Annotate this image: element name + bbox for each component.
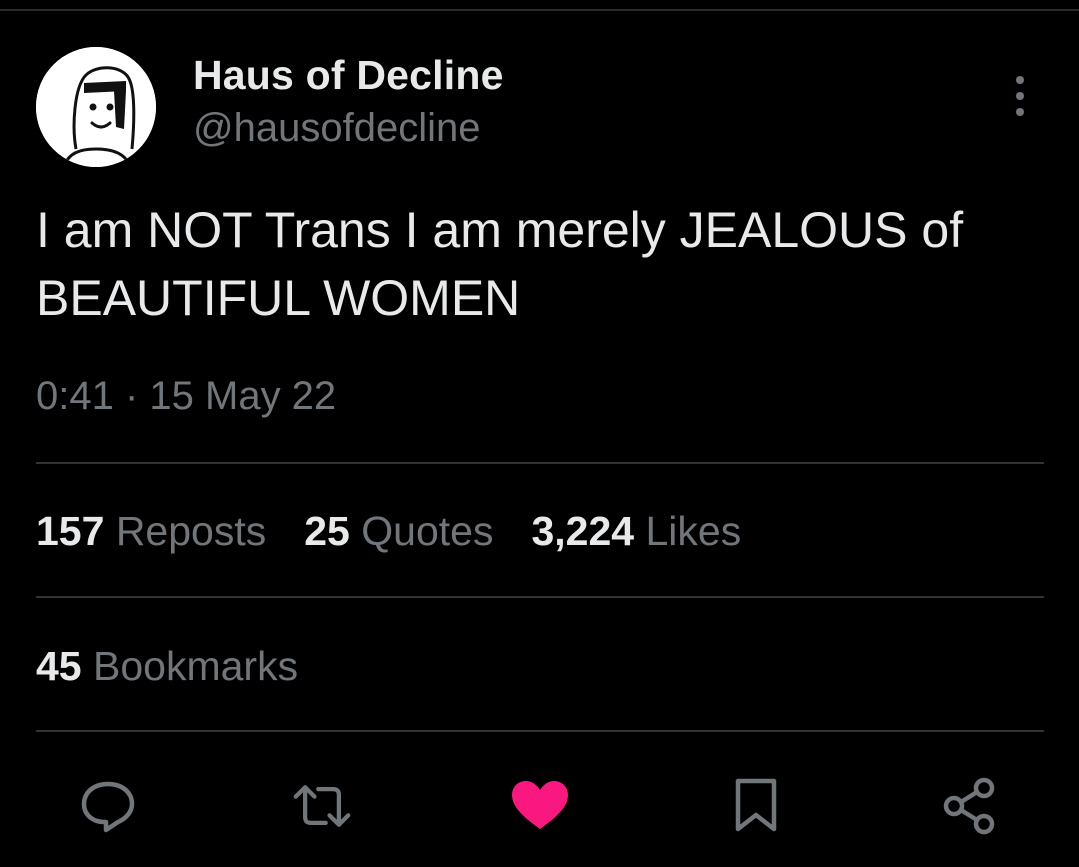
bookmarks-stat[interactable]: 45 Bookmarks bbox=[36, 643, 298, 690]
bookmark-button[interactable] bbox=[726, 776, 786, 836]
tweet-timestamp[interactable]: 0:41 · 15 May 22 bbox=[36, 374, 336, 419]
share-icon bbox=[943, 777, 995, 835]
bookmarks-label: Bookmarks bbox=[93, 643, 299, 689]
divider bbox=[36, 730, 1044, 732]
share-button[interactable] bbox=[940, 776, 1000, 836]
reposts-count: 157 bbox=[36, 508, 105, 554]
divider bbox=[36, 596, 1044, 598]
like-button[interactable] bbox=[510, 776, 570, 836]
heart-icon bbox=[512, 781, 568, 829]
quotes-stat[interactable]: 25 Quotes bbox=[304, 508, 493, 555]
author-handle[interactable]: @hausofdecline bbox=[193, 106, 480, 151]
cartoon-face-avatar-icon bbox=[36, 47, 156, 167]
author-display-name[interactable]: Haus of Decline bbox=[193, 52, 504, 99]
engagement-stats: 157 Reposts 25 Quotes 3,224 Likes bbox=[36, 508, 779, 555]
quotes-count: 25 bbox=[304, 508, 350, 554]
divider bbox=[36, 462, 1044, 464]
avatar[interactable] bbox=[36, 47, 156, 167]
tweet-text: I am NOT Trans I am merely JEALOUS of BE… bbox=[36, 202, 964, 326]
reply-button[interactable] bbox=[78, 776, 138, 836]
reposts-label: Reposts bbox=[115, 508, 267, 554]
more-options-button[interactable] bbox=[1004, 72, 1036, 120]
likes-label: Likes bbox=[645, 508, 742, 554]
likes-count: 3,224 bbox=[531, 508, 635, 554]
likes-stat[interactable]: 3,224 Likes bbox=[531, 508, 741, 555]
quotes-label: Quotes bbox=[361, 508, 494, 554]
repost-icon bbox=[293, 785, 351, 827]
bookmarks-count: 45 bbox=[36, 643, 82, 689]
more-vertical-icon bbox=[1016, 76, 1024, 116]
reply-icon bbox=[81, 781, 135, 833]
bookmark-icon bbox=[735, 778, 777, 832]
top-border bbox=[0, 9, 1079, 11]
repost-button[interactable] bbox=[292, 776, 352, 836]
reposts-stat[interactable]: 157 Reposts bbox=[36, 508, 266, 555]
